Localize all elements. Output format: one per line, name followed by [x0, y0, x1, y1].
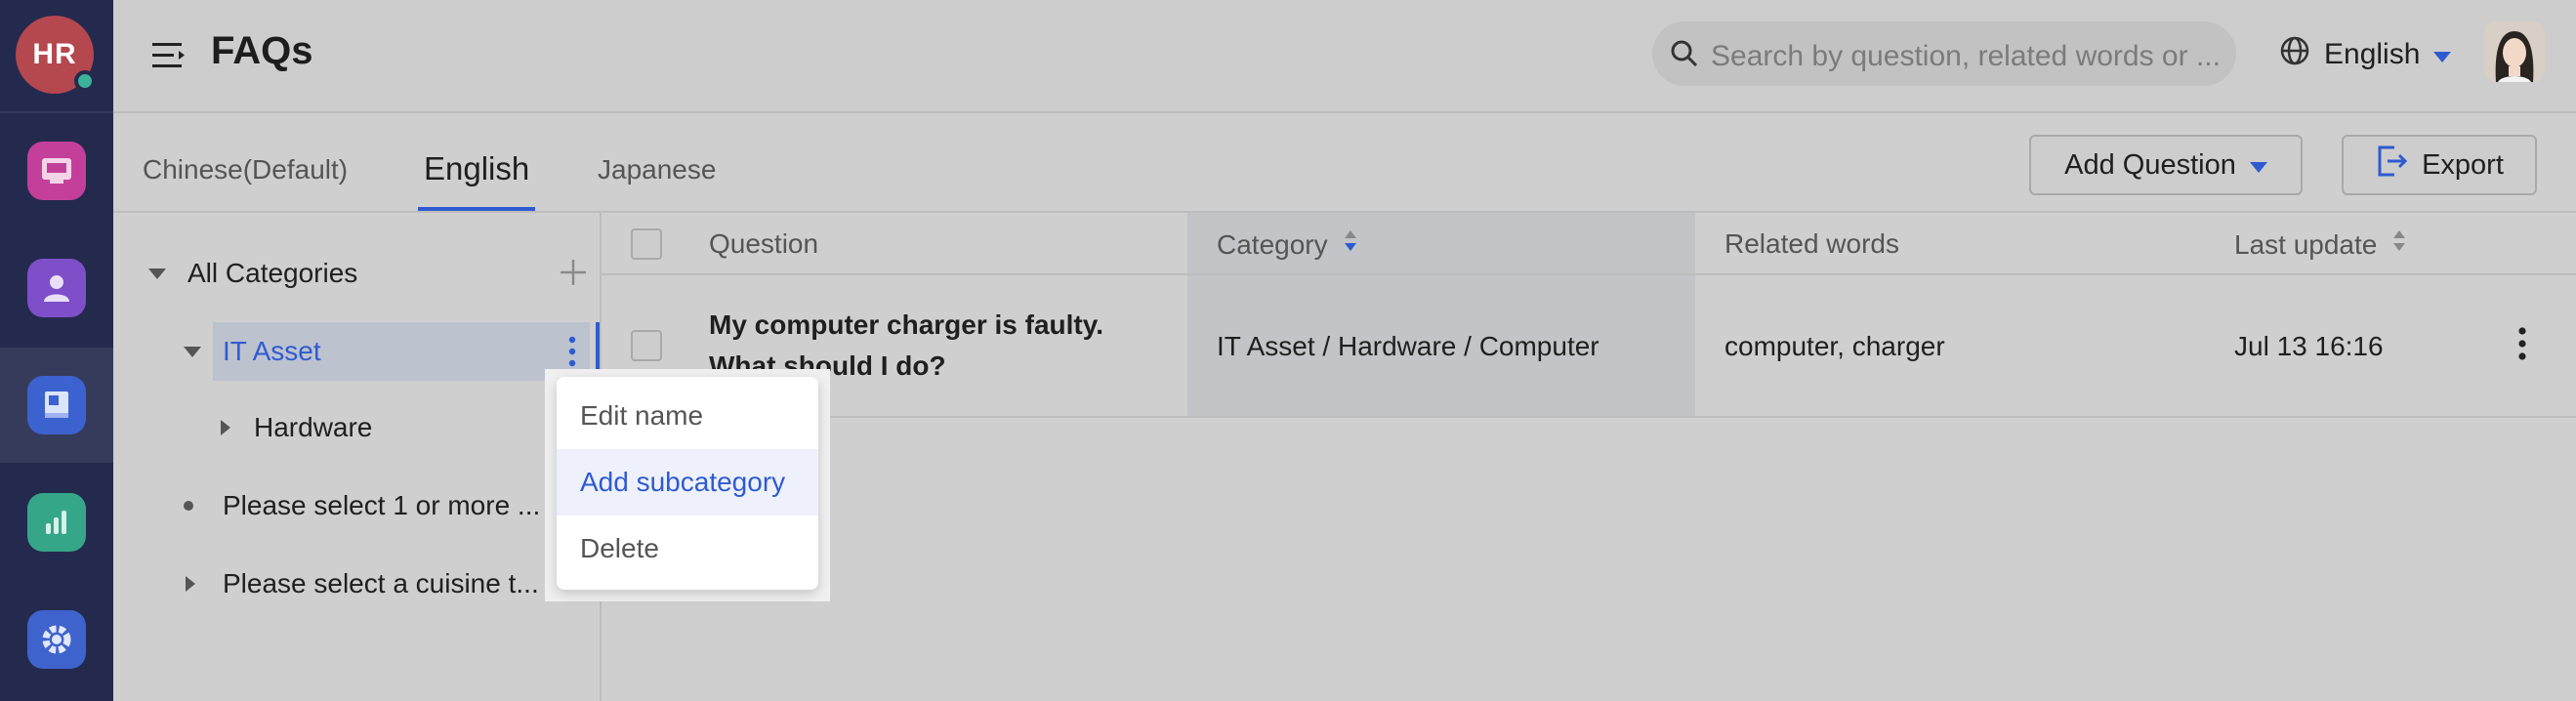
row-more-icon[interactable]: [2517, 326, 2527, 368]
inbox-icon: [27, 142, 86, 200]
collapse-caret-icon[interactable]: [148, 268, 166, 279]
menu-item-delete[interactable]: Delete: [557, 515, 818, 582]
category-cell: IT Asset / Hardware / Computer: [1217, 331, 1600, 361]
tab-chinese[interactable]: Chinese(Default): [143, 154, 348, 186]
table-header: Question Category Related words Last upd…: [602, 213, 2576, 275]
tab-japanese[interactable]: Japanese: [598, 154, 716, 186]
column-category-label: Category: [1217, 228, 1328, 260]
expand-caret-icon[interactable]: [221, 420, 230, 435]
user-avatar-initials[interactable]: HR: [16, 16, 96, 94]
top-header: FAQs Search by question, related words o…: [113, 0, 2576, 113]
left-rail: HR: [0, 0, 113, 701]
related-words-cell: computer, charger: [1724, 331, 1945, 361]
tree-item-all-categories[interactable]: All Categories: [113, 244, 600, 303]
tree-label-hardware: Hardware: [254, 412, 373, 442]
category-context-menu: Edit name Add subcategory Delete: [557, 377, 818, 590]
row-checkbox[interactable]: [631, 330, 662, 361]
gear-icon: [27, 610, 86, 669]
page-title: FAQs: [211, 29, 313, 72]
person-icon: [27, 259, 86, 317]
caret-down-icon: [2249, 149, 2267, 182]
add-question-button[interactable]: Add Question: [2029, 135, 2303, 195]
add-category-icon[interactable]: [559, 258, 588, 294]
expand-caret-icon[interactable]: [186, 576, 195, 592]
tree-item-cuisine[interactable]: Please select a cuisine t...: [113, 555, 600, 613]
tree-label-all-categories: All Categories: [187, 258, 358, 288]
tree-item-hardware[interactable]: Hardware: [113, 398, 600, 457]
online-status-dot: [74, 70, 96, 92]
rail-item-analytics[interactable]: [0, 465, 113, 580]
menu-toggle-icon[interactable]: [150, 37, 187, 74]
language-label: English: [2324, 38, 2421, 70]
column-category[interactable]: Category: [1217, 228, 1357, 261]
export-button[interactable]: Export: [2342, 135, 2537, 195]
analytics-bar-icon: [27, 493, 86, 552]
rail-item-people[interactable]: [0, 230, 113, 346]
language-tabs-bar: Chinese(Default) English Japanese Add Qu…: [113, 113, 2576, 213]
tab-english[interactable]: English: [424, 150, 529, 187]
active-tab-underline: [418, 207, 535, 211]
menu-item-add-subcategory[interactable]: Add subcategory: [557, 449, 818, 515]
column-last-update-label: Last update: [2234, 228, 2378, 260]
category-tree: All Categories IT Asset Hardware Please …: [113, 213, 602, 701]
caret-down-icon: [2433, 38, 2452, 71]
column-related-words: Related words: [1724, 228, 1899, 259]
tree-label-select-more: Please select 1 or more ...: [223, 490, 541, 520]
collapse-caret-icon[interactable]: [184, 346, 201, 357]
select-all-checkbox[interactable]: [631, 228, 662, 260]
rail-item-settings[interactable]: [0, 582, 113, 697]
export-icon: [2375, 144, 2408, 186]
export-label: Export: [2422, 148, 2504, 181]
user-initials: HR: [32, 38, 77, 70]
question-line-1: My computer charger is faulty.: [709, 309, 1104, 340]
table-row[interactable]: My computer charger is faulty. What shou…: [602, 275, 2576, 418]
search-placeholder: Search by question, related words or ...: [1711, 40, 2221, 72]
search-input[interactable]: Search by question, related words or ...: [1652, 21, 2236, 86]
last-update-cell: Jul 13 16:16: [2234, 331, 2384, 361]
leaf-bullet-icon: [184, 501, 193, 511]
tree-item-it-asset[interactable]: IT Asset: [184, 322, 590, 381]
menu-item-edit-name[interactable]: Edit name: [557, 383, 818, 449]
search-icon: [1670, 39, 1699, 73]
globe-icon: [2279, 35, 2310, 74]
tree-label-it-asset: IT Asset: [223, 336, 321, 366]
add-question-label: Add Question: [2064, 148, 2236, 181]
sort-icon[interactable]: [2392, 228, 2406, 261]
tree-item-select-more[interactable]: Please select 1 or more ...: [113, 476, 600, 535]
profile-avatar[interactable]: [2484, 21, 2545, 82]
column-last-update[interactable]: Last update: [2234, 228, 2406, 261]
sort-icon[interactable]: [1344, 228, 1357, 261]
rail-item-inbox[interactable]: [0, 113, 113, 228]
language-selector[interactable]: English: [2279, 33, 2452, 76]
rail-item-knowledge[interactable]: [0, 348, 113, 463]
knowledge-book-icon: [27, 376, 86, 434]
column-question: Question: [709, 228, 819, 259]
tree-label-cuisine: Please select a cuisine t...: [223, 568, 539, 598]
